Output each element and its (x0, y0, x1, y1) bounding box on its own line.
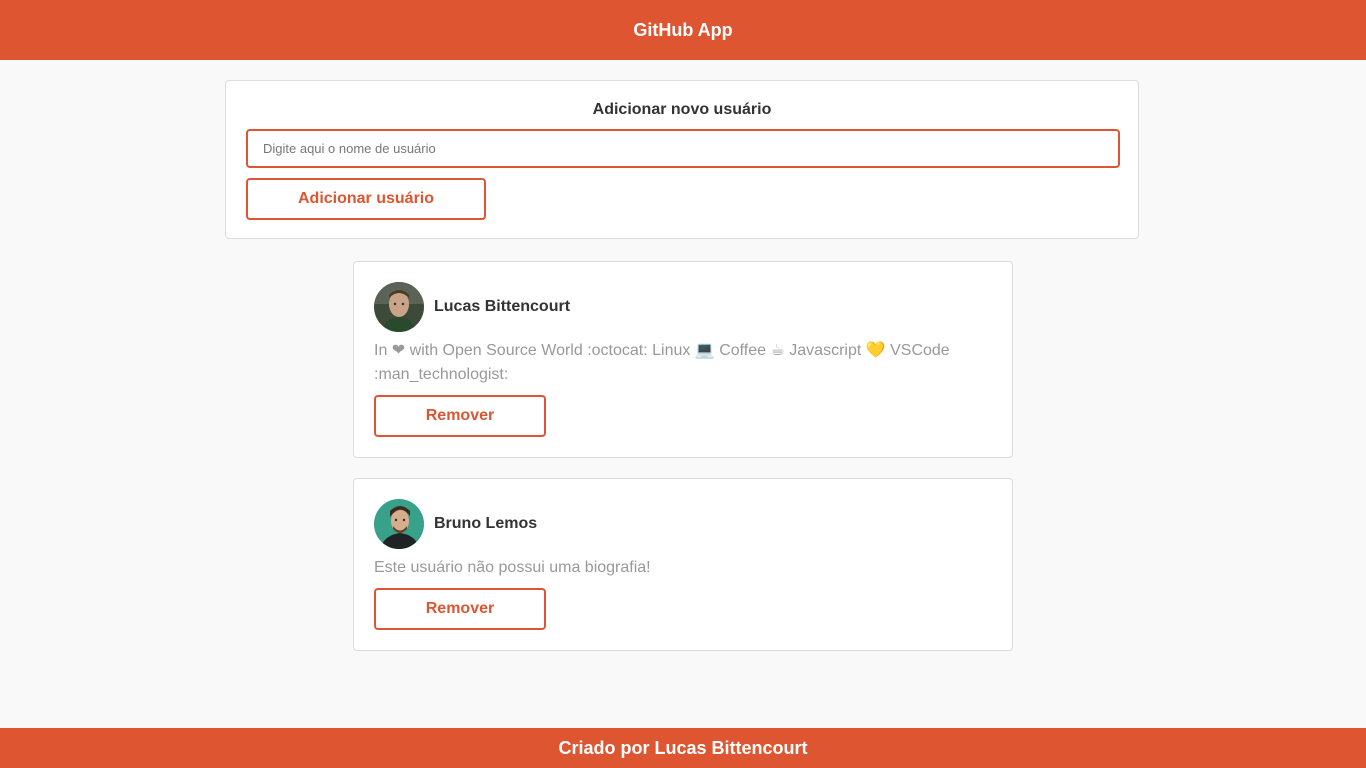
user-avatar (374, 282, 424, 332)
add-user-button[interactable]: Adicionar usuário (246, 178, 486, 220)
remove-user-button[interactable]: Remover (374, 588, 546, 630)
user-avatar-photo (374, 282, 424, 332)
user-name: Bruno Lemos (434, 515, 538, 532)
app-footer: Criado por Lucas Bittencourt (0, 728, 1366, 768)
add-user-heading: Adicionar novo usuário (592, 101, 772, 118)
app-title: GitHub App (633, 19, 733, 40)
username-input[interactable] (246, 129, 1120, 168)
user-avatar (374, 499, 424, 549)
user-bio: In ❤ with Open Source World :octocat: Li… (374, 342, 950, 383)
add-user-card: Adicionar novo usuário Adicionar usuário (225, 80, 1139, 239)
user-name: Lucas Bittencourt (434, 298, 571, 315)
footer-credit: Criado por Lucas Bittencourt (558, 737, 808, 758)
user-card: Bruno Lemos Este usuário não possui uma … (353, 478, 1013, 651)
user-bio: Este usuário não possui uma biografia! (374, 559, 651, 576)
app-header: GitHub App (0, 0, 1366, 60)
remove-user-button[interactable]: Remover (374, 395, 546, 437)
user-avatar-photo (374, 499, 424, 549)
user-card: Lucas Bittencourt In ❤ with Open Source … (353, 261, 1013, 458)
